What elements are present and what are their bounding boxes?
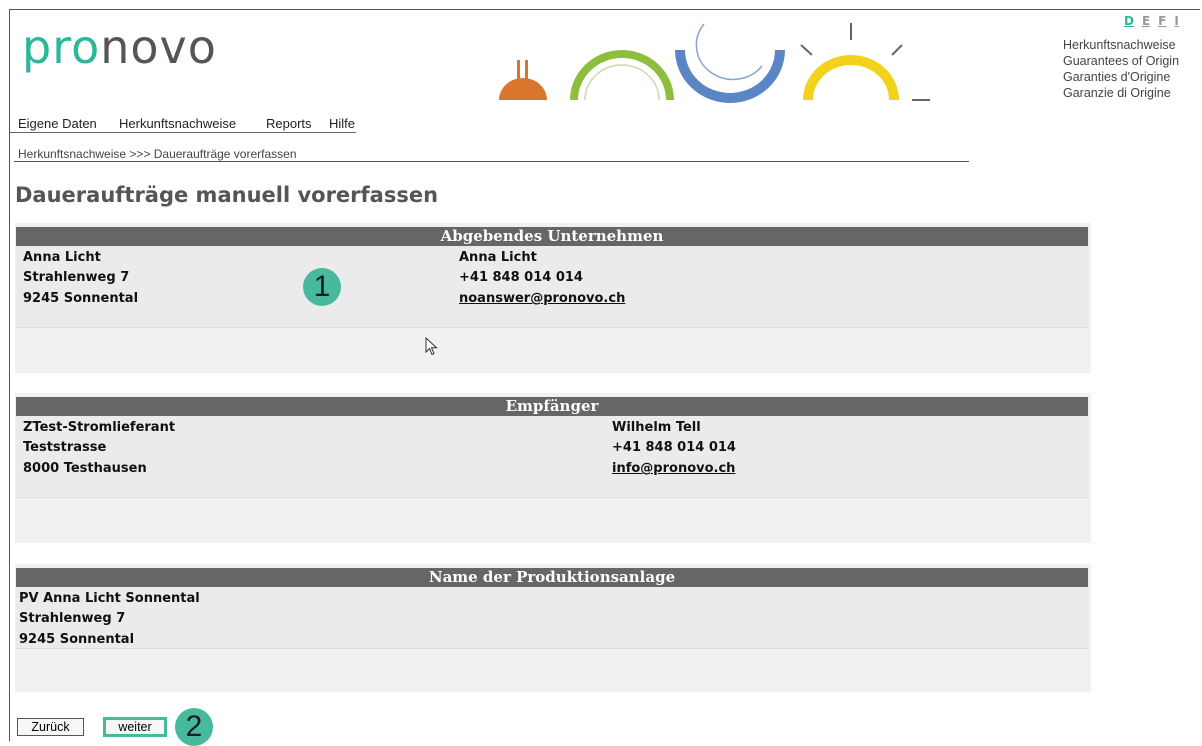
menu-item-herkunftsnachweise[interactable]: Herkunftsnachweise — [119, 116, 236, 131]
menu-item-hilfe[interactable]: Hilfe — [329, 116, 355, 131]
sun-icon — [800, 23, 930, 101]
tagline: Herkunftsnachweise Guarantees of Origin … — [1063, 37, 1179, 101]
tagline-line: Garanties d'Origine — [1063, 70, 1171, 84]
sender-name: Anna Licht — [23, 250, 101, 265]
recipient-name: ZTest-Stromlieferant — [23, 420, 176, 435]
sender-header: Abgebendes Unternehmen — [16, 227, 1088, 246]
menu-item-eigene-daten[interactable]: Eigene Daten — [18, 116, 97, 131]
recipient-street: Teststrasse — [23, 440, 107, 455]
plant-name: PV Anna Licht Sonnental — [19, 591, 200, 606]
lang-e[interactable]: E — [1142, 14, 1150, 28]
sender-contact-name: Anna Licht — [459, 250, 537, 265]
callout-badge-1: 1 — [303, 268, 341, 306]
menu-item-reports[interactable]: Reports — [266, 116, 312, 131]
sender-contact-email[interactable]: noanswer@pronovo.ch — [459, 291, 625, 306]
recipient-contact-email[interactable]: info@pronovo.ch — [612, 461, 735, 476]
sender-street: Strahlenweg 7 — [23, 270, 130, 285]
pronovo-logo[interactable]: pronovo — [22, 24, 217, 70]
energy-icons-banner — [499, 23, 930, 103]
lang-f[interactable]: F — [1158, 14, 1166, 28]
recipient-city: 8000 Testhausen — [23, 461, 147, 476]
menu-divider — [10, 132, 356, 133]
plant-header: Name der Produktionsanlage — [16, 568, 1088, 587]
recipient-header: Empfänger — [16, 397, 1088, 416]
logo-suffix: novo — [100, 20, 217, 74]
lang-d[interactable]: D — [1124, 14, 1134, 28]
tagline-line: Garanzie di Origine — [1063, 86, 1171, 100]
sender-body: Anna Licht Strahlenweg 7 9245 Sonnental … — [16, 246, 1088, 328]
recipient-section: Empfänger ZTest-Stromlieferant Teststras… — [15, 393, 1091, 543]
plant-street: Strahlenweg 7 — [19, 611, 126, 626]
plant-section: Name der Produktionsanlage PV Anna Licht… — [15, 564, 1091, 692]
sender-section: Abgebendes Unternehmen Anna Licht Strahl… — [15, 223, 1091, 373]
arc-blue-icon — [675, 23, 785, 103]
language-switcher: DEFI — [1124, 14, 1187, 28]
recipient-body: ZTest-Stromlieferant Teststrasse 8000 Te… — [16, 416, 1088, 498]
sender-city: 9245 Sonnental — [23, 291, 139, 306]
breadcrumb: Herkunftsnachweise >>> Daueraufträge vor… — [18, 147, 297, 161]
breadcrumb-divider — [14, 161, 969, 162]
lang-i[interactable]: I — [1174, 14, 1178, 28]
tagline-line: Guarantees of Origin — [1063, 54, 1180, 68]
page-title: Daueraufträge manuell vorerfassen — [15, 183, 439, 207]
arc-green-icon — [570, 50, 674, 101]
back-button[interactable]: Zurück — [17, 718, 84, 736]
plant-body: PV Anna Licht Sonnental Strahlenweg 7 92… — [16, 587, 1088, 649]
hydro-icon — [499, 60, 547, 100]
recipient-contact-phone: +41 848 014 014 — [612, 440, 736, 455]
plant-city: 9245 Sonnental — [19, 632, 135, 647]
mouse-cursor-icon — [425, 337, 438, 356]
logo-prefix: pro — [22, 20, 101, 74]
next-button[interactable]: weiter — [103, 717, 167, 737]
callout-badge-2: 2 — [175, 708, 213, 746]
tagline-line: Herkunftsnachweise — [1063, 38, 1176, 52]
recipient-contact-name: Wilhelm Tell — [612, 420, 701, 435]
sender-contact-phone: +41 848 014 014 — [459, 270, 583, 285]
